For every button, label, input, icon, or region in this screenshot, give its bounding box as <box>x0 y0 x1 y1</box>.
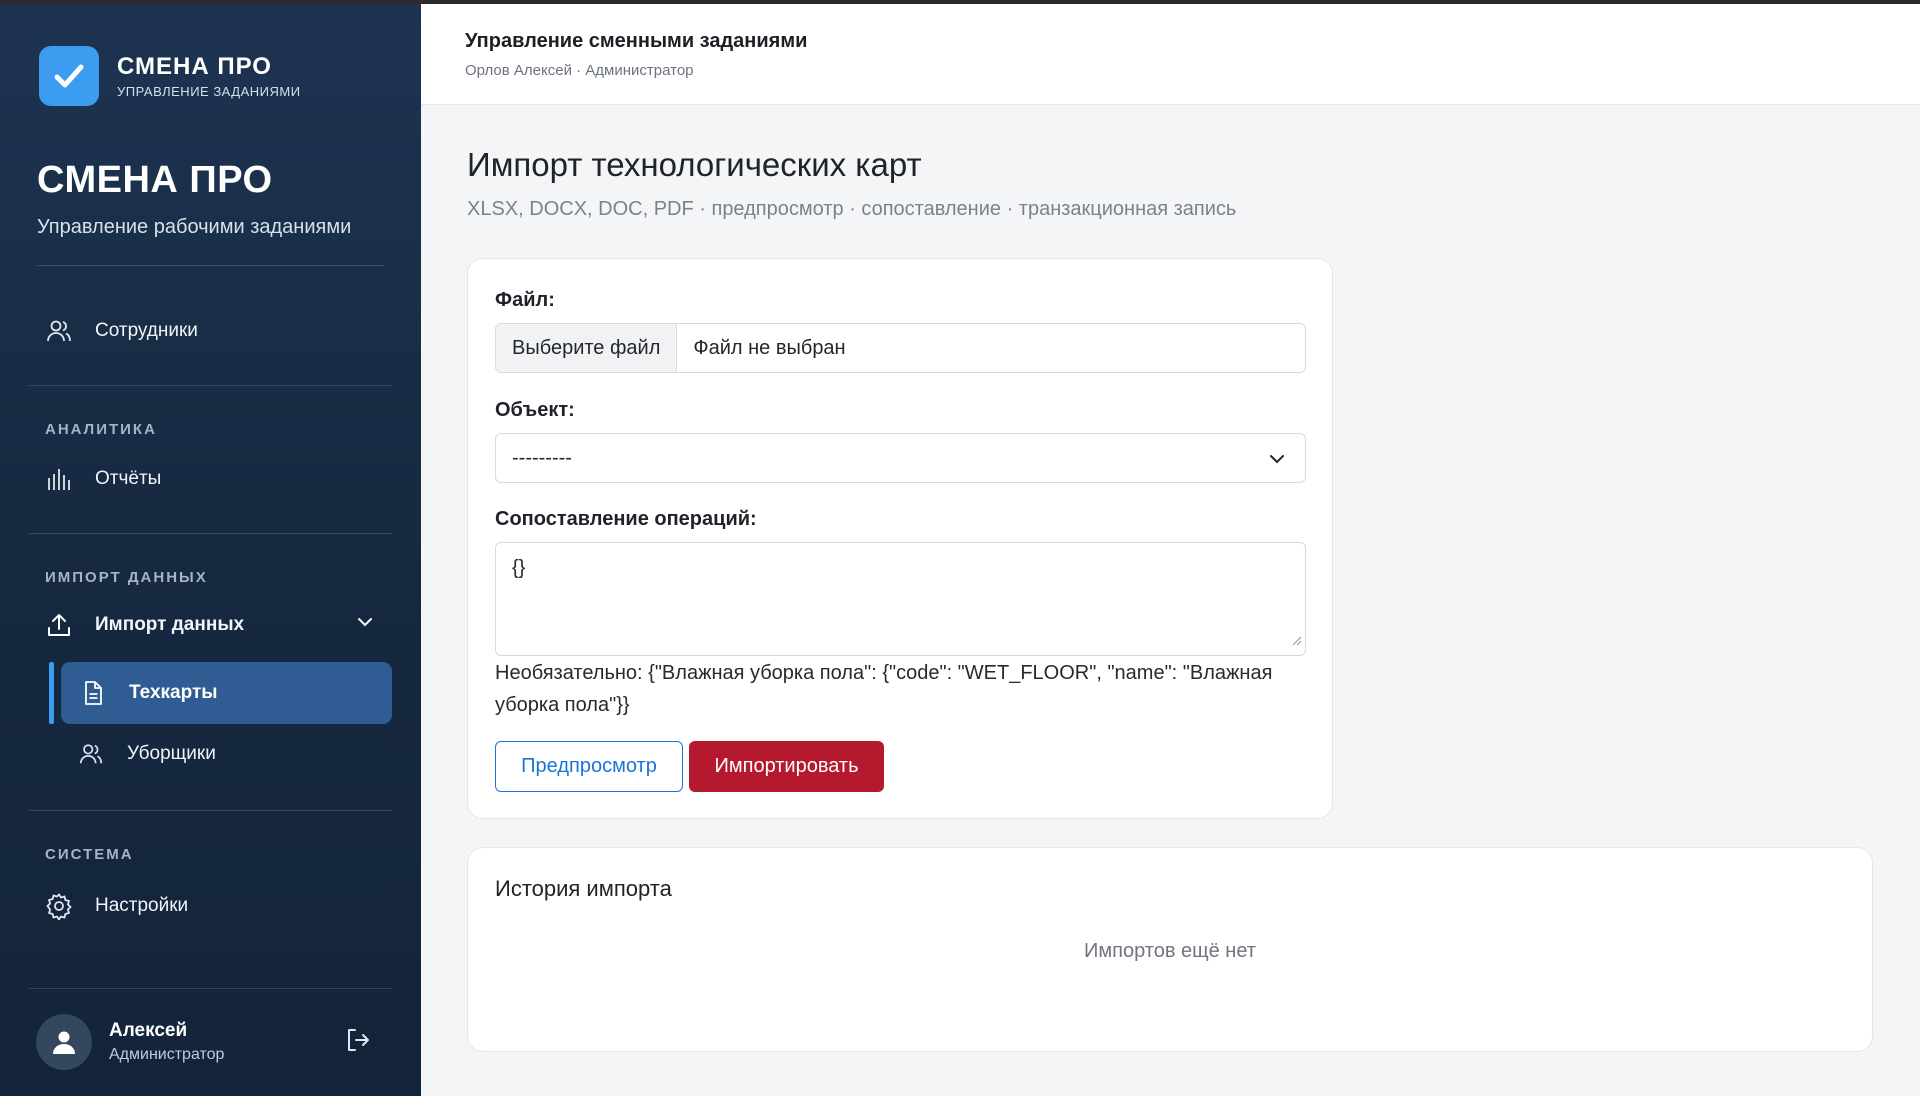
mapping-help-text: Необязательно: {"Влажная уборка пола": {… <box>495 662 1273 716</box>
gear-icon <box>45 892 73 920</box>
sidebar-item-label: Настройки <box>95 895 189 916</box>
logout-icon[interactable] <box>344 1026 372 1059</box>
sidebar-item-label: Отчёты <box>95 468 162 489</box>
chevron-down-icon[interactable] <box>355 612 375 638</box>
brand-subtitle: УПРАВЛЕНИЕ ЗАДАНИЯМИ <box>117 84 301 99</box>
checkmark-icon <box>39 46 99 106</box>
divider <box>29 988 392 989</box>
users-icon <box>77 740 105 768</box>
mapping-label: Сопоставление операций: <box>495 508 757 530</box>
sidebar-item-cleaners[interactable]: Уборщики <box>77 740 216 768</box>
object-select[interactable]: --------- <box>495 433 1306 483</box>
file-label: Файл: <box>495 289 555 311</box>
object-select-value: --------- <box>512 446 572 469</box>
sidebar-item-employees[interactable]: Сотрудники <box>45 317 198 345</box>
bar-chart-icon <box>45 465 73 493</box>
sidebar-item-reports[interactable]: Отчёты <box>45 465 161 493</box>
import-form-card: Файл: Выберите файл Файл не выбран Объек… <box>467 258 1333 819</box>
page-title: Импорт технологических карт <box>467 146 922 183</box>
divider <box>29 385 392 386</box>
object-label: Объект: <box>495 399 575 421</box>
file-input[interactable]: Выберите файл Файл не выбран <box>495 323 1306 373</box>
choose-file-button[interactable]: Выберите файл <box>496 324 678 372</box>
preview-button[interactable]: Предпросмотр <box>495 741 683 792</box>
active-indicator <box>49 662 54 724</box>
user-profile: Алексей Администратор <box>36 1014 376 1070</box>
section-label-analytics: АНАЛИТИКА <box>45 421 157 438</box>
sidebar-item-label: Импорт данных <box>95 614 245 635</box>
section-label-import: ИМПОРТ ДАННЫХ <box>45 569 208 586</box>
section-label-system: СИСТЕМА <box>45 846 134 863</box>
import-button[interactable]: Импортировать <box>689 741 884 792</box>
window-top-border <box>0 0 1920 4</box>
divider <box>29 810 392 811</box>
users-icon <box>45 317 73 345</box>
sidebar-item-import-data[interactable]: Импорт данных <box>45 611 375 639</box>
sidebar-item-techcards[interactable]: Техкарты <box>61 662 392 724</box>
history-title: История импорта <box>495 876 672 901</box>
import-history-card: История импорта Импортов ещё нет <box>467 847 1873 1052</box>
history-empty-message: Импортов ещё нет <box>1084 940 1256 962</box>
user-name: Алексей <box>109 1020 188 1041</box>
divider <box>37 265 384 266</box>
brand-name: СМЕНА ПРО <box>117 53 272 80</box>
mapping-value: {} <box>512 557 526 579</box>
top-header: Управление сменными заданиями Орлов Алек… <box>421 4 1920 105</box>
sidebar-item-label: Техкарты <box>129 682 218 703</box>
document-icon <box>79 679 107 707</box>
avatar[interactable] <box>36 1014 92 1070</box>
sidebar: СМЕНА ПРО УПРАВЛЕНИЕ ЗАДАНИЯМИ СМЕНА ПРО… <box>0 4 421 1096</box>
header-title: Управление сменными заданиями <box>465 30 808 52</box>
hero-subtitle: Управление рабочими заданиями <box>37 216 352 238</box>
page-subtitle: XLSX, DOCX, DOC, PDF · предпросмотр · со… <box>467 198 1237 220</box>
mapping-textarea[interactable]: {} <box>495 542 1306 656</box>
resize-handle-icon[interactable] <box>1290 629 1302 652</box>
sidebar-item-label: Уборщики <box>127 743 216 764</box>
sidebar-hero: СМЕНА ПРО Управление рабочими заданиями <box>37 159 351 239</box>
user-role: Администратор <box>109 1046 225 1063</box>
sidebar-item-settings[interactable]: Настройки <box>45 892 188 920</box>
divider <box>29 533 392 534</box>
sidebar-item-label: Сотрудники <box>95 320 198 341</box>
upload-icon <box>45 611 73 639</box>
brand[interactable]: СМЕНА ПРО УПРАВЛЕНИЕ ЗАДАНИЯМИ <box>39 46 301 106</box>
file-name: Файл не выбран <box>693 336 846 359</box>
header-subtitle: Орлов Алексей · Администратор <box>465 62 694 79</box>
chevron-down-icon <box>1267 449 1287 475</box>
hero-title: СМЕНА ПРО <box>37 159 273 201</box>
